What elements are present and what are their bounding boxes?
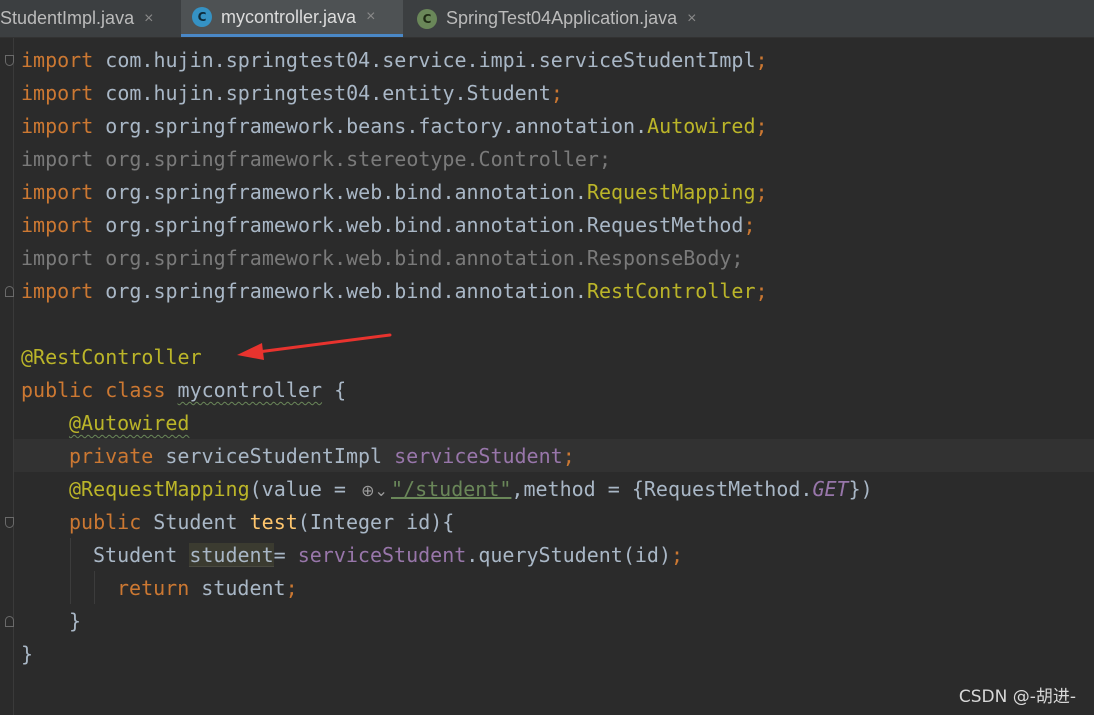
red-arrow-annotation [237,333,392,360]
watermark: CSDN @-胡进- [958,687,1076,707]
